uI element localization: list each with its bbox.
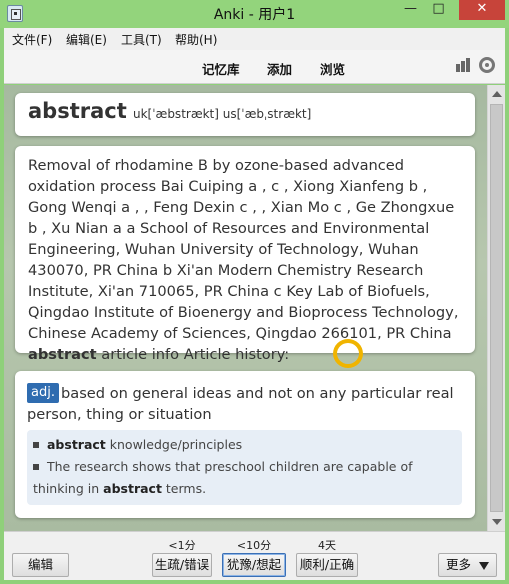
reviewer-area: abstract uk[ˈæbstrækt] us[ˈæbˌstrækt] Re… — [4, 85, 505, 531]
more-button[interactable]: 更多 — [438, 553, 497, 577]
hard-interval: <10分 — [236, 539, 272, 552]
context-text-tail: article info Article history: — [96, 346, 290, 363]
decks-link[interactable]: 记忆库 — [202, 59, 240, 78]
answer-bar: 编辑 <1分 生疏/错误 <10分 犹豫/想起 4天 顺利/正确 更多 — [4, 531, 505, 580]
scroll-down-arrow-icon[interactable] — [492, 519, 502, 525]
example-item: abstract knowledge/principles — [33, 434, 456, 456]
menu-file[interactable]: 文件(F) — [12, 31, 52, 48]
edit-button[interactable]: 编辑 — [12, 553, 69, 577]
add-link[interactable]: 添加 — [267, 59, 292, 78]
menu-edit[interactable]: 编辑(E) — [66, 31, 107, 48]
word-card: abstract uk[ˈæbstrækt] us[ˈæbˌstrækt] — [15, 93, 475, 136]
minimize-button[interactable]: — — [397, 0, 424, 20]
menu-help[interactable]: 帮助(H) — [175, 31, 217, 48]
bullet-icon — [33, 442, 39, 448]
maximize-button[interactable]: □ — [425, 0, 452, 20]
example-item: The research shows that preschool childr… — [33, 459, 413, 496]
menu-tools[interactable]: 工具(T) — [121, 31, 162, 48]
toolbar: 记忆库 添加 浏览 — [4, 50, 505, 84]
bar-chart-icon[interactable] — [456, 58, 472, 72]
cursor-highlight-ring — [333, 339, 363, 368]
headword: abstract — [28, 99, 127, 123]
good-interval: 4天 — [318, 539, 336, 552]
browse-link[interactable]: 浏览 — [320, 59, 345, 78]
phonetic: uk[ˈæbstrækt] us[ˈæbˌstrækt] — [133, 107, 312, 121]
sync-icon[interactable] — [479, 57, 495, 73]
again-button[interactable]: 生疏/错误 — [152, 553, 212, 577]
bullet-icon — [33, 464, 39, 470]
part-of-speech-badge: adj. — [27, 383, 59, 403]
definition-text: based on general ideas and not on any pa… — [27, 385, 454, 423]
good-button[interactable]: 顺利/正确 — [296, 553, 358, 577]
chevron-down-icon — [479, 561, 489, 570]
definition-card: based on general ideas and not on any pa… — [15, 371, 475, 518]
again-interval: <1分 — [168, 539, 196, 552]
scroll-up-arrow-icon[interactable] — [492, 91, 502, 97]
context-highlight: abstract — [28, 346, 97, 363]
title-bar: Anki - 用户1 — □ ✕ — [0, 0, 509, 28]
hard-button[interactable]: 犹豫/想起 — [222, 553, 286, 577]
context-text: Removal of rhodamine B by ozone-based ad… — [28, 157, 459, 342]
vertical-scrollbar[interactable] — [487, 85, 505, 531]
context-card: Removal of rhodamine B by ozone-based ad… — [15, 146, 475, 363]
examples-box: abstract knowledge/principles The resear… — [27, 430, 462, 505]
menu-bar: 文件(F) 编辑(E) 工具(T) 帮助(H) — [4, 28, 505, 50]
scroll-thumb[interactable] — [490, 104, 503, 512]
close-button[interactable]: ✕ — [459, 0, 505, 20]
more-label: 更多 — [445, 557, 471, 572]
